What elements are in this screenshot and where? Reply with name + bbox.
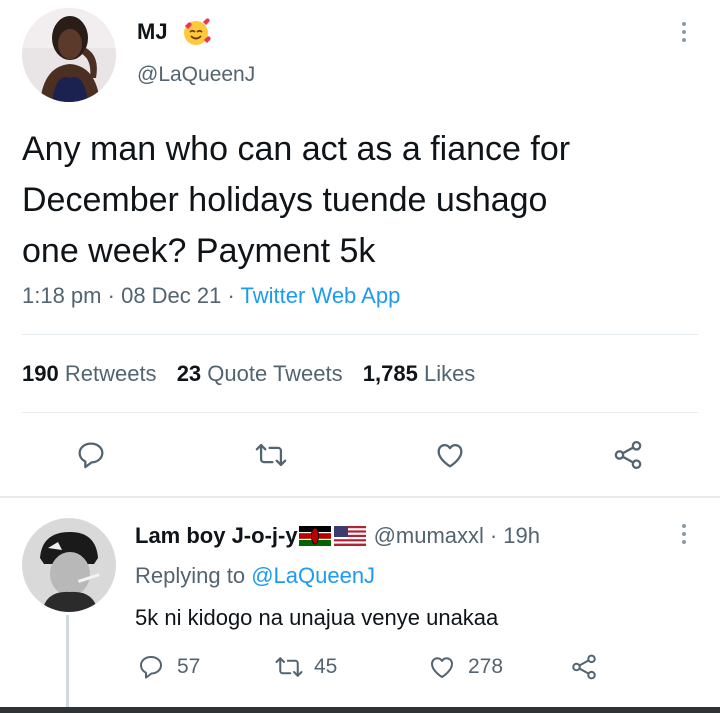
reply-avatar[interactable] [22, 518, 116, 612]
divider [0, 496, 720, 498]
avatar[interactable] [22, 8, 116, 102]
tweet-text-line: one week? Payment 5k [22, 232, 376, 270]
reply-avatar-image [22, 518, 116, 612]
retweet-count: 45 [314, 655, 338, 678]
display-name[interactable]: MJ [137, 18, 168, 46]
divider [22, 334, 698, 335]
retweets-stat[interactable]: 190 Retweets [22, 361, 163, 386]
us-flag-icon [333, 526, 366, 546]
retweets-count: 190 [22, 361, 59, 386]
reply-age[interactable]: 19h [503, 521, 540, 551]
tweet-text: Any man who can act as a fiance for Dece… [22, 124, 712, 277]
share-icon[interactable] [568, 652, 600, 682]
share-icon[interactable] [610, 438, 646, 472]
retweet-icon[interactable] [252, 438, 290, 472]
retweets-label: Retweets [64, 361, 157, 386]
reply-icon[interactable] [74, 438, 108, 472]
reply-action-like[interactable]: 278 [426, 652, 503, 682]
separator: · [227, 283, 235, 308]
thread-line [66, 615, 69, 707]
reply-action-reply[interactable]: 57 [135, 652, 200, 682]
quote-tweets-count: 23 [176, 361, 202, 386]
likes-count: 1,785 [362, 361, 418, 386]
tweet-stats: 190 Retweets 23 Quote Tweets 1,785 Likes [22, 360, 475, 388]
reply-display-name[interactable]: Lam boy J-o-j-y [135, 521, 298, 551]
tweet-meta: 1:18 pm · 08 Dec 21 · Twitter Web App [22, 282, 400, 310]
divider [22, 412, 698, 413]
likes-label: Likes [423, 361, 476, 386]
quote-tweets-stat[interactable]: 23 Quote Tweets [177, 361, 349, 386]
replying-to-label: Replying to [135, 563, 246, 588]
smiling-face-with-hearts-icon [180, 16, 212, 48]
reply-handle[interactable]: @mumaxxl [374, 521, 484, 551]
retweet-icon [272, 652, 306, 682]
reply-text: 5k ni kidogo na unajua venye unakaa [135, 605, 499, 630]
tweet-date[interactable]: 08 Dec 21 [121, 283, 221, 308]
reply-header: Lam boy J-o-j-y @mumaxxl · 19h [135, 521, 540, 551]
separator: · [107, 283, 115, 308]
more-options-icon[interactable] [682, 22, 686, 42]
avatar-image [22, 8, 116, 102]
tweet-time[interactable]: 1:18 pm [22, 283, 102, 308]
quote-tweets-label: Quote Tweets [207, 361, 343, 386]
like-icon[interactable] [432, 438, 468, 472]
handle[interactable]: @LaQueenJ [137, 62, 255, 88]
reply-icon [135, 652, 167, 682]
replying-to: Replying to @LaQueenJ [135, 562, 375, 590]
tweet-text-line: Any man who can act as a fiance for [22, 130, 571, 168]
kenya-flag-icon [298, 526, 331, 546]
like-icon [426, 652, 458, 682]
reply-count: 57 [177, 655, 201, 678]
tweet-source[interactable]: Twitter Web App [241, 283, 401, 308]
reply-action-retweet[interactable]: 45 [272, 652, 337, 682]
likes-stat[interactable]: 1,785 Likes [363, 361, 476, 386]
tweet-text-line: December holidays tuende ushago [22, 181, 548, 219]
reply-more-options-icon[interactable] [682, 524, 686, 544]
bottom-bar [0, 707, 720, 713]
replying-to-handle[interactable]: @LaQueenJ [251, 563, 375, 588]
like-count: 278 [468, 655, 504, 678]
separator: · [489, 523, 498, 548]
